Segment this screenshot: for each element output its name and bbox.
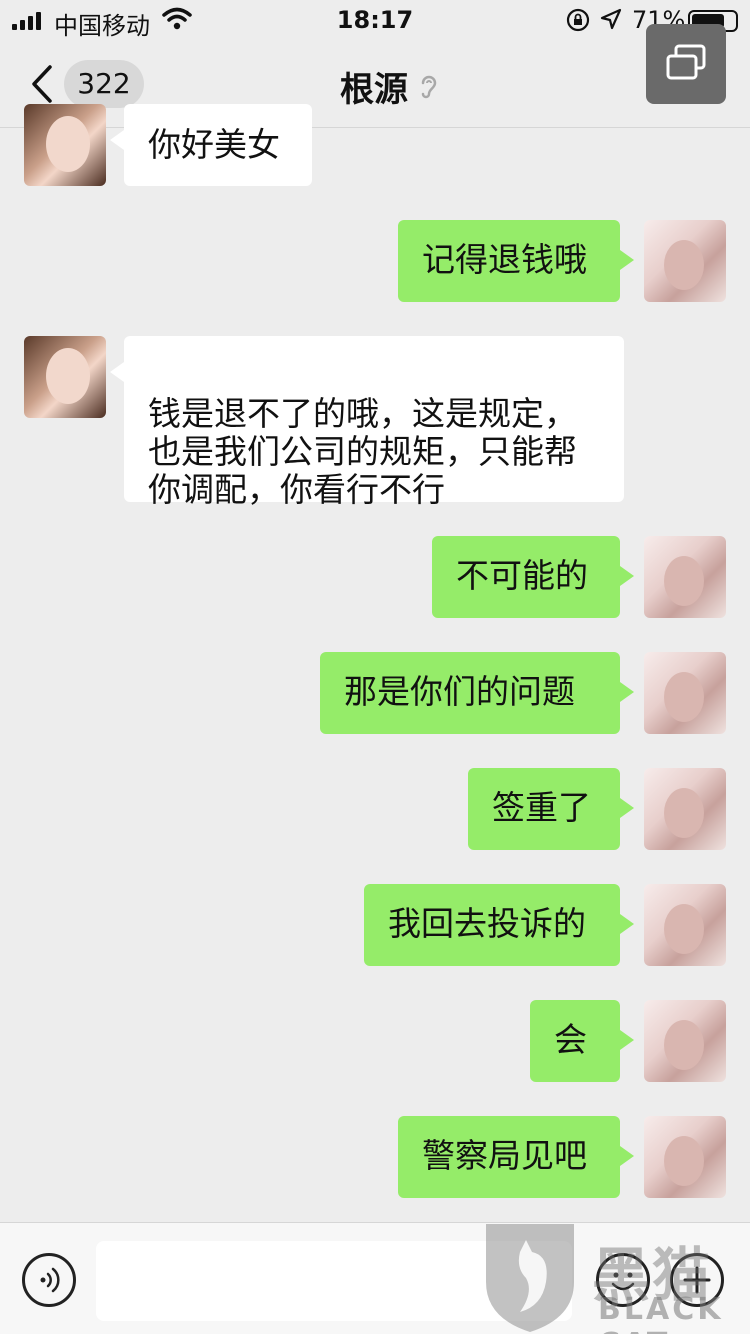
more-actions-button[interactable] xyxy=(670,1253,724,1307)
chat-header: 322 根源 xyxy=(0,40,750,128)
smiley-icon xyxy=(611,1272,635,1291)
unread-count-badge[interactable]: 322 xyxy=(64,60,144,108)
back-chevron-icon[interactable] xyxy=(30,64,54,104)
multi-window-icon xyxy=(666,44,706,80)
message-text: 警察局见吧 xyxy=(422,1136,587,1175)
chat-input-bar xyxy=(0,1222,750,1334)
contact-name: 根源 xyxy=(340,70,408,110)
location-arrow-icon xyxy=(600,8,622,30)
message-text: 你好美女 xyxy=(148,125,280,164)
my-avatar[interactable] xyxy=(644,220,726,302)
contact-avatar[interactable] xyxy=(24,104,106,186)
message-bubble[interactable]: 签重了 xyxy=(468,768,634,850)
message-text: 会 xyxy=(554,1020,587,1059)
message-bubble[interactable]: 那是你们的问题 xyxy=(320,652,634,734)
status-bar: 中国移动 18:17 71% xyxy=(0,0,750,40)
my-avatar[interactable] xyxy=(644,1000,726,1082)
voice-input-button[interactable] xyxy=(22,1253,76,1307)
my-avatar[interactable] xyxy=(644,1116,726,1198)
message-text: 那是你们的问题 xyxy=(344,672,575,711)
earpiece-mode-icon xyxy=(421,75,437,98)
my-avatar[interactable] xyxy=(644,768,726,850)
orientation-lock-icon xyxy=(566,8,590,32)
floating-window-button[interactable] xyxy=(646,24,726,104)
message-text: 记得退钱哦 xyxy=(422,240,587,279)
voice-wave-icon xyxy=(40,1267,60,1293)
message-bubble[interactable]: 我回去投诉的 xyxy=(364,884,634,966)
message-text: 不可能的 xyxy=(456,556,588,595)
message-bubble[interactable]: 你好美女 xyxy=(110,104,312,186)
message-text: 钱是退不了的哦，这是规定， 也是我们公司的规矩，只能帮 你调配，你看行不行 xyxy=(148,394,577,509)
my-avatar[interactable] xyxy=(644,536,726,618)
my-avatar[interactable] xyxy=(644,652,726,734)
message-bubble[interactable]: 警察局见吧 xyxy=(398,1116,634,1198)
message-bubble[interactable]: 不可能的 xyxy=(432,536,634,618)
message-input[interactable] xyxy=(96,1241,572,1321)
message-text: 签重了 xyxy=(492,788,591,827)
emoji-button[interactable] xyxy=(596,1253,650,1307)
message-bubble[interactable]: 会 xyxy=(530,1000,634,1082)
message-bubble[interactable]: 钱是退不了的哦，这是规定， 也是我们公司的规矩，只能帮 你调配，你看行不行 xyxy=(110,336,624,509)
plus-icon xyxy=(683,1266,711,1294)
my-avatar[interactable] xyxy=(644,884,726,966)
message-bubble[interactable]: 记得退钱哦 xyxy=(398,220,634,302)
message-text: 我回去投诉的 xyxy=(388,904,586,943)
chat-title: 根源 xyxy=(340,62,440,111)
contact-avatar[interactable] xyxy=(24,336,106,418)
